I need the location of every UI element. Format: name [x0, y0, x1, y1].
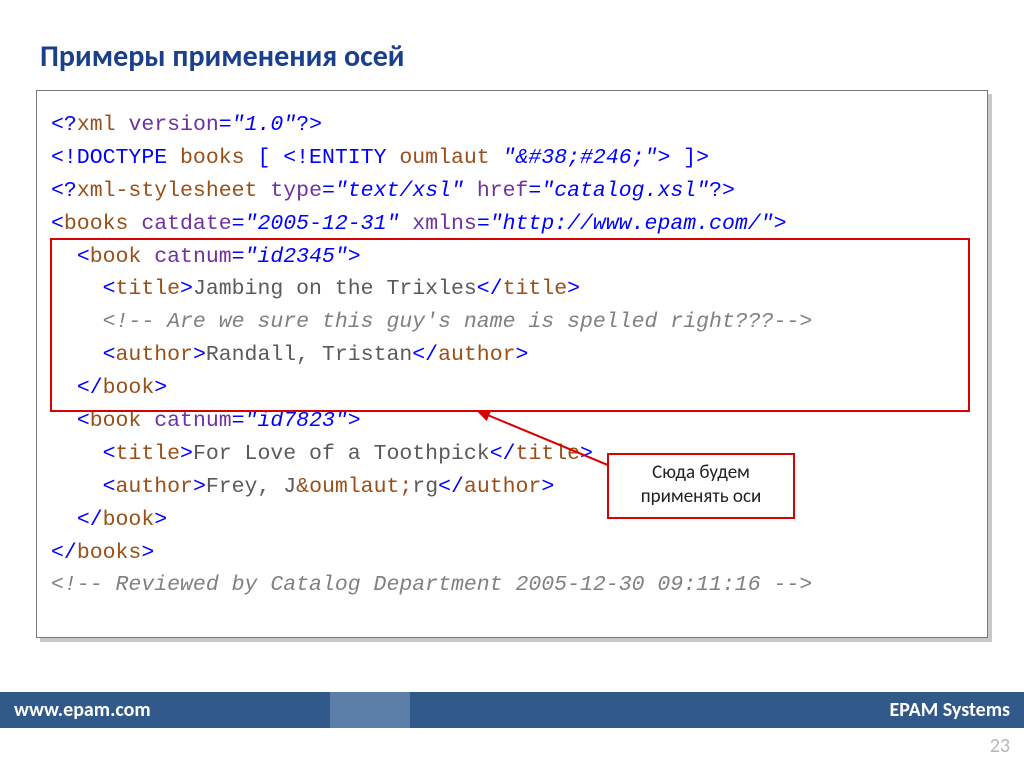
code-block-container: <?xml version="1.0"?> <!DOCTYPE books [ …	[36, 90, 988, 638]
page-number: 23	[990, 734, 1010, 758]
footer-url: www.epam.com	[0, 692, 330, 728]
code-content: <?xml version="1.0"?> <!DOCTYPE books [ …	[51, 109, 973, 602]
code-block: <?xml version="1.0"?> <!DOCTYPE books [ …	[36, 90, 988, 638]
callout-box: Сюда будем применять оси	[607, 453, 795, 519]
callout-line-1: Сюда будем	[621, 461, 781, 485]
footer-bar: www.epam.com EPAM Systems	[0, 692, 1024, 728]
footer-divider	[330, 692, 410, 728]
footer-company: EPAM Systems	[410, 692, 1024, 728]
callout-line-2: применять оси	[621, 485, 781, 509]
slide-title: Примеры применения осей	[40, 38, 405, 75]
slide: Примеры применения осей <?xml version="1…	[0, 0, 1024, 768]
